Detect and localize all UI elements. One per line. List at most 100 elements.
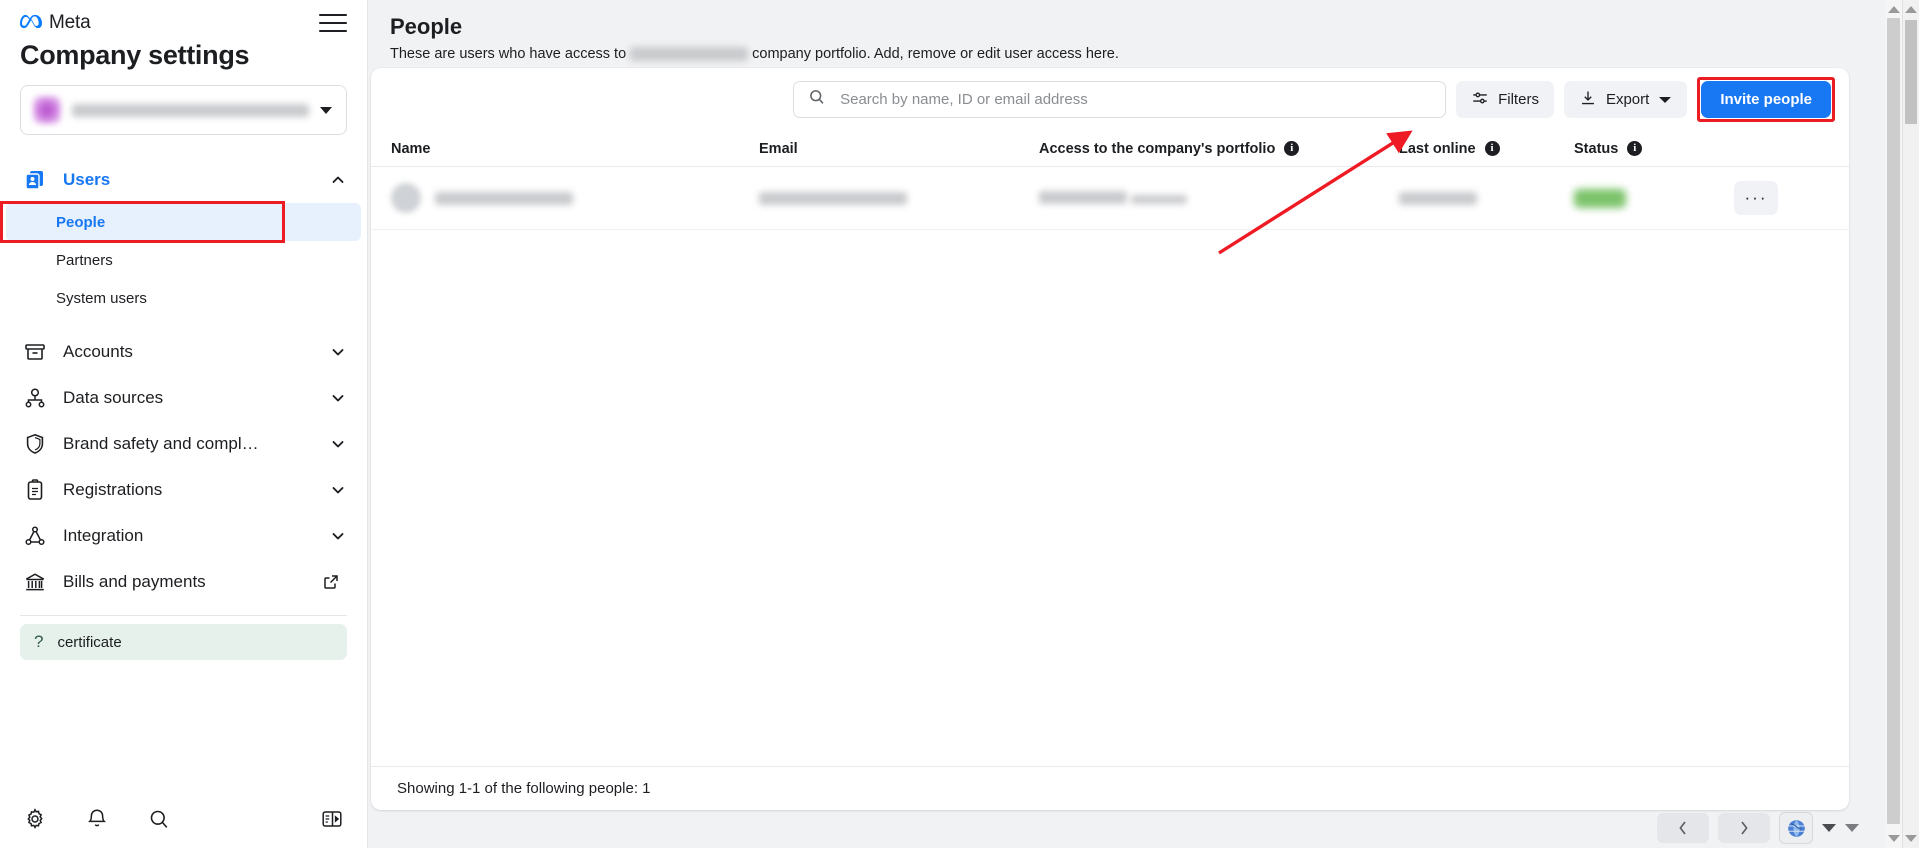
scroll-up-arrow-inner[interactable] [1887,6,1900,13]
sidebar-item-system-users[interactable]: System users [0,279,367,317]
column-header-last-online-label: Last online [1399,140,1476,157]
triangle-down-icon-secondary[interactable] [1845,824,1859,832]
export-button[interactable]: Export [1563,81,1688,118]
column-header-access[interactable]: Access to the company's portfolio i [1039,141,1399,157]
table-footer-text: Showing 1-1 of the following people: 1 [397,780,651,797]
download-icon [1579,89,1597,111]
sidebar-item-label-brand-safety: Brand safety and compl… [63,434,259,453]
sidebar-item-users[interactable]: Users [0,157,367,203]
cell-email [759,191,1039,205]
info-icon[interactable]: i [1284,141,1300,156]
clipboard-icon [22,477,48,503]
scroll-down-arrow-outer[interactable] [1905,835,1917,842]
sidebar-item-bills-and-payments[interactable]: Bills and payments [0,559,367,605]
chevron-down-icon [331,483,345,497]
chevron-up-icon [331,173,345,187]
portfolio-name-redacted [72,103,309,117]
invite-people-button[interactable]: Invite people [1701,81,1831,118]
column-header-name[interactable]: Name [391,141,759,157]
sidebar-item-certificate[interactable]: ? certificate [20,624,347,660]
table-footer: Showing 1-1 of the following people: 1 [371,766,1849,810]
bank-icon [22,569,48,595]
scroll-down-arrow-inner[interactable] [1887,835,1900,842]
search-input[interactable] [838,90,1432,109]
column-header-name-label: Name [391,140,431,157]
column-header-email[interactable]: Email [759,141,1039,157]
filters-button[interactable]: Filters [1456,81,1554,118]
table-toolbar: Filters Export Invite people [371,68,1849,131]
page-subtitle-after: company portfolio. Add, remove or edit u… [752,46,1119,62]
sidebar-item-label-certificate: certificate [57,633,122,651]
sidebar-item-label-data-sources: Data sources [63,388,164,407]
search-box[interactable] [793,81,1447,118]
sidebar-brand-row: Meta [0,0,367,34]
sidebar-item-integration[interactable]: Integration [0,513,367,559]
sidebar-bottom-bar [0,790,367,848]
column-header-last-online[interactable]: Last online i [1399,141,1574,157]
page-title: People [390,14,463,39]
search-icon [808,88,826,111]
question-mark-icon: ? [34,632,44,651]
access-redacted [1039,190,1127,204]
chevron-down-icon [331,437,345,451]
chevron-down-icon [1658,95,1672,105]
cell-name [391,183,759,213]
inner-scrollbar[interactable] [1885,0,1902,848]
avatar [391,183,421,213]
scroll-up-arrow-outer[interactable] [1905,6,1917,13]
bell-icon[interactable] [84,806,110,832]
sidebar-item-label-accounts: Accounts [63,342,133,361]
triangle-down-icon[interactable] [1822,824,1836,832]
cell-actions: ··· [1734,181,1829,215]
pagination-next-button[interactable] [1718,813,1770,843]
chevron-down-icon [331,391,345,405]
info-icon[interactable]: i [1627,141,1643,156]
table-header-row: Name Email Access to the company's portf… [371,131,1849,167]
kebab-menu-icon[interactable]: ··· [1734,181,1778,215]
external-link-icon [323,574,339,590]
name-redacted [435,191,573,205]
sidebar-item-brand-safety[interactable]: Brand safety and compl… [0,421,367,467]
scroll-thumb-inner[interactable] [1887,18,1900,824]
data-sources-icon [22,385,48,411]
portfolio-name-redacted-inline [630,47,749,61]
column-header-status[interactable]: Status i [1574,141,1734,157]
panel-collapse-icon[interactable] [319,806,345,832]
sliders-icon [1471,89,1489,111]
sidebar-item-label-users: Users [63,170,111,189]
archive-box-icon [22,339,48,365]
column-header-status-label: Status [1574,140,1619,157]
sidebar-item-partners[interactable]: Partners [0,241,367,279]
email-redacted [759,191,907,205]
hamburger-menu-icon[interactable] [319,12,347,34]
scroll-thumb-outer[interactable] [1905,20,1917,124]
cell-status [1574,188,1734,208]
pagination-controls [1657,812,1859,844]
sidebar-item-accounts[interactable]: Accounts [0,329,367,375]
page-subtitle: These are users who have access to compa… [390,46,1897,62]
sidebar-item-people[interactable]: People [6,203,361,241]
page-header: People These are users who have access t… [368,0,1919,72]
meta-logo[interactable]: Meta [20,12,91,34]
sidebar-divider [20,615,347,616]
sidebar: Meta Company settings Users People Partn… [0,0,368,848]
gear-icon[interactable] [22,806,48,832]
pagination-prev-button[interactable] [1657,813,1709,843]
search-icon[interactable] [146,806,172,832]
invite-people-highlight: Invite people [1697,77,1835,122]
sidebar-item-label-bills-and-payments: Bills and payments [63,572,206,591]
portfolio-selector[interactable] [20,85,347,135]
outer-scrollbar[interactable] [1902,0,1919,848]
chevron-down-icon [331,529,345,543]
cell-access [1039,188,1399,209]
sidebar-item-registrations[interactable]: Registrations [0,467,367,513]
sidebar-item-data-sources[interactable]: Data sources [0,375,367,421]
info-icon[interactable]: i [1484,141,1500,156]
last-online-redacted [1399,191,1477,205]
status-badge [1574,188,1626,208]
users-card-icon [22,167,48,193]
portfolio-avatar [33,96,61,124]
table-row[interactable]: ··· [371,167,1849,230]
globe-icon[interactable] [1779,812,1813,844]
column-header-email-label: Email [759,140,798,157]
